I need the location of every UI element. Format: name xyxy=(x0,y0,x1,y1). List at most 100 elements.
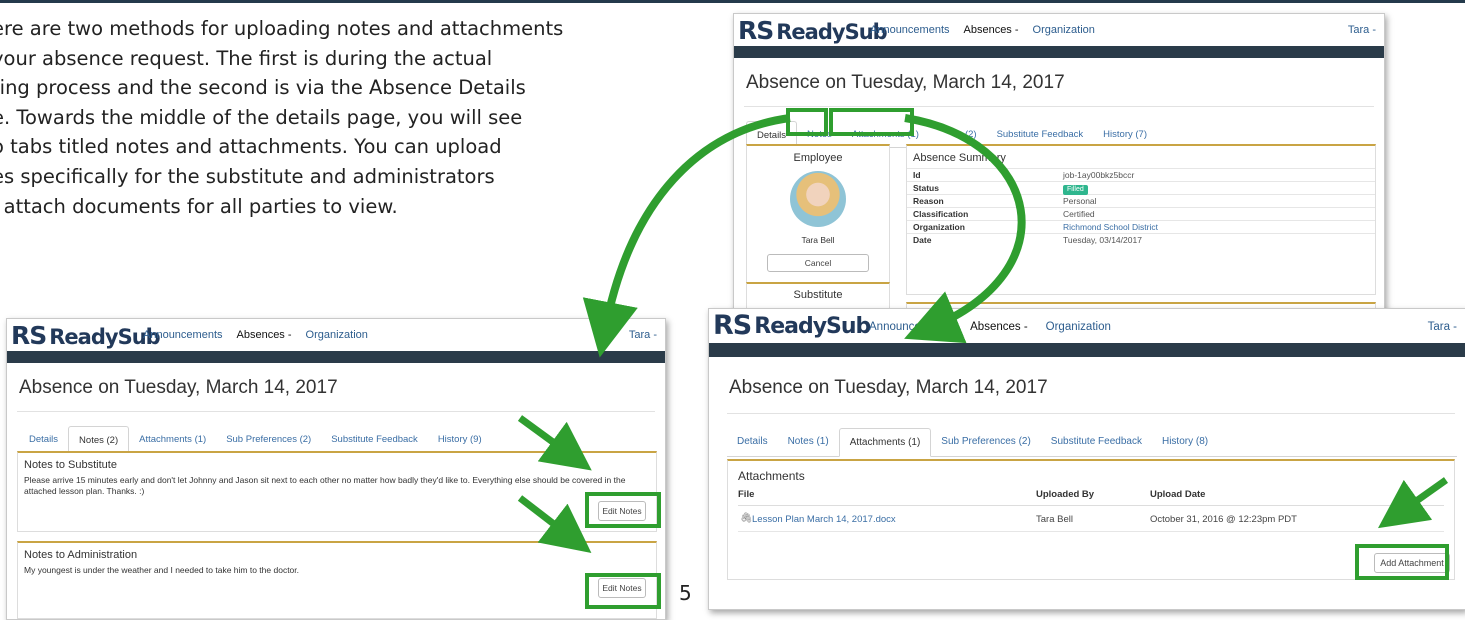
logo-name: ReadySub xyxy=(754,314,871,339)
nav-organization[interactable]: Organization xyxy=(1046,321,1111,333)
user-menu[interactable]: Tara - xyxy=(629,329,657,341)
employee-card: Employee Tara Bell Cancel xyxy=(746,144,890,302)
summary-value: Tuesday, 03/14/2017 xyxy=(1063,235,1142,245)
readysub-logo: RS ReadySub xyxy=(11,320,161,350)
app-header: RS ReadySub Announcements Absences - Org… xyxy=(709,309,1465,343)
nav-announcements[interactable]: Announcements xyxy=(143,329,223,341)
app-header: RS ReadySub Announcements Absences - Org… xyxy=(734,14,1384,46)
summary-key: Classification xyxy=(913,209,969,219)
main-nav: Announcements Absences - Organization xyxy=(869,321,1111,333)
tab-substitute-feedback[interactable]: Substitute Feedback xyxy=(321,426,428,452)
organization-link[interactable]: Richmond School District xyxy=(1063,221,1158,233)
nav-absences[interactable]: Absences - xyxy=(237,329,292,341)
column-file: File xyxy=(738,489,755,500)
summary-row: Status Filled xyxy=(907,181,1375,195)
attachments-tab-highlight xyxy=(829,108,914,136)
substitute-title: Substitute xyxy=(793,289,843,301)
summary-key: Organization xyxy=(913,222,965,232)
tab-attachments[interactable]: Attachments (1) xyxy=(838,428,932,457)
page-title: Absence on Tuesday, March 14, 2017 xyxy=(729,377,1048,398)
summary-row: Id job-1ay00bkz5bccr xyxy=(907,168,1375,181)
header-band xyxy=(7,351,665,363)
tab-substitute-feedback[interactable]: Substitute Feedback xyxy=(1041,428,1152,456)
tab-bar: Details Notes (1) Attachments (1) Sub Pr… xyxy=(727,428,1457,457)
tab-notes[interactable]: Notes (1) xyxy=(778,428,839,456)
page-title: Absence on Tuesday, March 14, 2017 xyxy=(19,377,338,398)
summary-row: Date Tuesday, 03/14/2017 xyxy=(907,233,1375,246)
app-header: RS ReadySub Announcements Absences - Org… xyxy=(7,319,665,351)
tab-details[interactable]: Details xyxy=(727,428,778,456)
attachments-screenshot: RS ReadySub Announcements Absences - Org… xyxy=(708,308,1465,610)
intro-line: e. Towards the middle of the details pag… xyxy=(0,105,523,129)
summary-key: Id xyxy=(913,170,921,180)
tab-history[interactable]: History (8) xyxy=(1152,428,1218,456)
logo-mark: RS xyxy=(713,310,752,341)
attachments-title: Attachments xyxy=(738,469,805,483)
summary-value: Certified xyxy=(1063,209,1095,219)
nav-absences[interactable]: Absences - xyxy=(970,321,1028,333)
notes-to-substitute-title: Notes to Substitute xyxy=(24,459,117,471)
user-menu[interactable]: Tara - xyxy=(1428,321,1457,333)
column-upload-date: Upload Date xyxy=(1150,489,1206,500)
main-nav: Announcements Absences - Organization xyxy=(143,329,368,341)
tab-details[interactable]: Details xyxy=(19,426,68,452)
intro-line: ere are two methods for uploading notes … xyxy=(0,17,564,40)
intro-paragraph: ere are two methods for uploading notes … xyxy=(0,14,642,221)
attachments-card: Attachments File Uploaded By Upload Date… xyxy=(727,459,1455,580)
notes-to-substitute-text: Please arrive 15 minutes early and don't… xyxy=(24,475,626,496)
paperclip-icon: 🖇 xyxy=(740,513,753,524)
summary-value: Personal xyxy=(1063,196,1097,206)
cancel-button[interactable]: Cancel xyxy=(767,254,869,272)
summary-title: Absence Summary xyxy=(913,152,1006,164)
add-attachment-highlight xyxy=(1355,544,1449,580)
summary-value: job-1ay00bkz5bccr xyxy=(1063,170,1135,180)
tab-attachments[interactable]: Attachments (1) xyxy=(129,426,216,452)
readysub-logo: RS ReadySub xyxy=(738,15,888,45)
intro-line: es specifically for the substitute and a… xyxy=(0,164,495,188)
summary-key: Reason xyxy=(913,196,944,206)
header-band xyxy=(734,46,1384,58)
user-menu[interactable]: Tara - xyxy=(1348,24,1376,36)
title-divider xyxy=(727,413,1455,414)
title-divider xyxy=(744,106,1374,107)
employee-avatar xyxy=(790,171,846,227)
notes-tab-highlight xyxy=(786,108,828,136)
intro-line: your absence request. The first is durin… xyxy=(0,46,493,70)
nav-organization[interactable]: Organization xyxy=(1033,24,1095,36)
nav-announcements[interactable]: Announcements xyxy=(870,24,950,36)
summary-row: Classification Certified xyxy=(907,207,1375,220)
intro-line: ting process and the second is via the A… xyxy=(0,76,526,100)
column-uploaded-by: Uploaded By xyxy=(1036,489,1095,500)
nav-organization[interactable]: Organization xyxy=(306,329,368,341)
attachment-uploaded-by: Tara Bell xyxy=(1036,514,1073,525)
summary-key: Date xyxy=(913,235,932,245)
details-screenshot: RS ReadySub Announcements Absences - Org… xyxy=(733,13,1385,315)
attachment-upload-date: October 31, 2016 @ 12:23pm PDT xyxy=(1150,514,1297,525)
attachment-file-link[interactable]: Lesson Plan March 14, 2017.docx xyxy=(752,514,896,525)
intro-line: o tabs titled notes and attachments. You… xyxy=(0,135,502,159)
row-divider xyxy=(738,531,1444,532)
intro-line: l attach documents for all parties to vi… xyxy=(0,194,398,218)
notes-screenshot: RS ReadySub Announcements Absences - Org… xyxy=(6,318,666,620)
employee-name: Tara Bell xyxy=(801,235,835,245)
nav-absences[interactable]: Absences - xyxy=(964,24,1019,36)
edit-notes-highlight xyxy=(585,492,661,528)
tab-sub-preferences[interactable]: Sub Preferences (2) xyxy=(216,426,321,452)
tab-history[interactable]: History (9) xyxy=(428,426,492,452)
table-divider xyxy=(738,505,1444,506)
edit-notes-highlight xyxy=(585,573,661,609)
notes-to-administration-title: Notes to Administration xyxy=(24,549,138,561)
page-title: Absence on Tuesday, March 14, 2017 xyxy=(746,72,1065,93)
logo-mark: RS xyxy=(11,321,47,350)
main-nav: Announcements Absences - Organization xyxy=(870,24,1095,36)
absence-summary-card: Absence Summary Id job-1ay00bkz5bccr Stat… xyxy=(906,144,1376,295)
title-divider xyxy=(17,411,655,412)
logo-mark: RS xyxy=(738,16,774,45)
readysub-logo: RS ReadySub xyxy=(713,310,871,341)
tab-notes[interactable]: Notes (2) xyxy=(68,426,130,453)
summary-row: Reason Personal xyxy=(907,194,1375,207)
nav-announcements[interactable]: Announcements xyxy=(869,321,952,333)
tab-sub-preferences[interactable]: Sub Preferences (2) xyxy=(931,428,1041,456)
header-rule xyxy=(0,0,1465,3)
notes-to-administration-text: My youngest is under the weather and I n… xyxy=(24,565,300,575)
